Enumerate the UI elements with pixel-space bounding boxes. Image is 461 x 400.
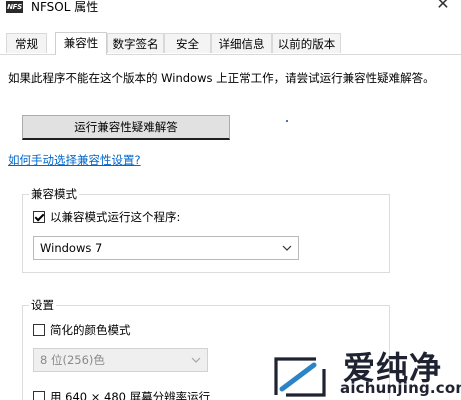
color-depth-select[interactable]: 8 位(256)色: [33, 348, 208, 372]
os-version-select[interactable]: Windows 7: [33, 236, 299, 260]
app-icon: NFS: [6, 1, 23, 13]
reduced-color-checkbox[interactable]: [33, 324, 45, 336]
aichunjing-logo-icon: [274, 357, 326, 397]
resolution-label[interactable]: 用 640 × 480 屏幕分辨率运行: [50, 389, 210, 400]
compat-description: 如果此程序不能在这个版本的 Windows 上正常工作，请尝试运行兼容性疑难解答…: [8, 71, 435, 85]
tab-bar: 常规 兼容性 数字签名 安全 详细信息 以前的版本: [0, 32, 461, 55]
tab-previous-versions[interactable]: 以前的版本: [272, 33, 341, 53]
tab-digital-signatures[interactable]: 数字签名: [107, 33, 164, 53]
watermark-url: aichunjing.com: [340, 379, 461, 397]
close-button[interactable]: ✕: [433, 0, 453, 13]
settings-group-title: 设置: [29, 297, 56, 313]
manual-settings-link[interactable]: 如何手动选择兼容性设置?: [8, 152, 141, 168]
reduced-color-label[interactable]: 简化的颜色模式: [50, 322, 131, 338]
tab-details[interactable]: 详细信息: [211, 33, 272, 53]
compat-mode-group-title: 兼容模式: [29, 186, 79, 202]
tab-compatibility[interactable]: 兼容性: [55, 32, 107, 55]
chevron-down-icon: [282, 237, 292, 267]
tab-security[interactable]: 安全: [164, 33, 211, 53]
chevron-down-icon: [191, 349, 201, 379]
properties-dialog: NFS NFSOL 属性 ✕ 常规 兼容性 数字签名 安全 详细信息 以前的版本…: [0, 0, 461, 400]
color-depth-value: 8 位(256)色: [40, 353, 105, 367]
run-troubleshooter-button[interactable]: 运行兼容性疑难解答: [22, 115, 230, 140]
compat-mode-checkbox-label[interactable]: 以兼容模式运行这个程序:: [50, 209, 180, 225]
cursor-dot: [286, 120, 288, 122]
tab-general[interactable]: 常规: [6, 33, 47, 53]
compat-mode-group: [22, 194, 390, 273]
window-title: NFSOL 属性: [31, 0, 99, 14]
resolution-checkbox[interactable]: [33, 391, 45, 400]
os-version-value: Windows 7: [40, 241, 103, 255]
compat-mode-checkbox[interactable]: [33, 211, 45, 223]
title-bar: NFS NFSOL 属性 ✕: [0, 0, 461, 30]
